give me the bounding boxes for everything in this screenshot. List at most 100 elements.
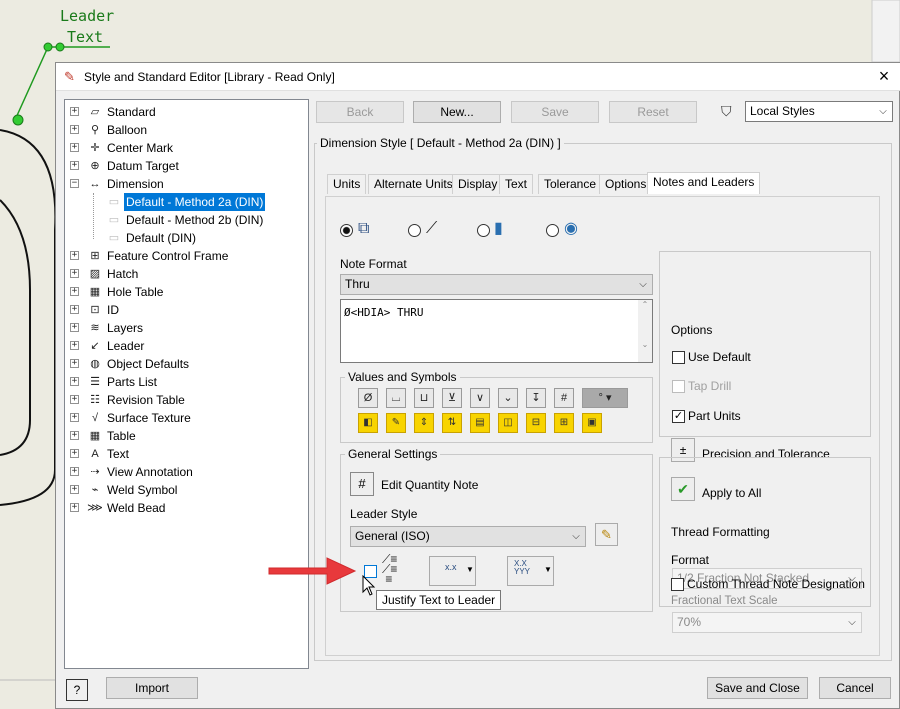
leader-text-orientation-dropdown[interactable]: X.X YYY ▼: [507, 556, 554, 586]
note-type-radio-punch[interactable]: [477, 224, 490, 237]
style-icon: ▭: [108, 232, 120, 244]
thru-depth-symbol-button[interactable]: ↧: [526, 388, 546, 408]
expand-icon[interactable]: +: [70, 485, 79, 494]
close-icon[interactable]: ×: [872, 65, 896, 87]
hole-type-value-button[interactable]: ▣: [582, 413, 602, 433]
tooltip: Justify Text to Leader: [376, 590, 502, 610]
depth-value-button[interactable]: ⇅: [442, 413, 462, 433]
tab-tolerance[interactable]: Tolerance: [538, 174, 603, 194]
expand-icon[interactable]: +: [70, 395, 79, 404]
edit-quantity-note-icon[interactable]: #: [350, 472, 374, 496]
back-button[interactable]: Back: [316, 101, 404, 123]
expand-icon[interactable]: +: [70, 467, 79, 476]
spotface-value-button[interactable]: ⊟: [526, 413, 546, 433]
spotface-symbol-button[interactable]: ⊔: [414, 388, 434, 408]
leader-style-select[interactable]: General (ISO) ⌵: [350, 526, 586, 547]
text-position-dropdown[interactable]: x.x ▼: [429, 556, 476, 586]
expand-icon[interactable]: +: [70, 449, 79, 458]
cancel-button[interactable]: Cancel: [819, 677, 891, 699]
tree-item[interactable]: + ⇢ View Annotation: [65, 463, 308, 481]
expand-icon[interactable]: +: [70, 413, 79, 422]
collapse-icon[interactable]: −: [70, 179, 79, 188]
tree-item[interactable]: + ⌁ Weld Symbol: [65, 481, 308, 499]
tree-item[interactable]: + ⊕ Datum Target: [65, 157, 308, 175]
tree-item[interactable]: + ▦ Hole Table: [65, 283, 308, 301]
tree-item[interactable]: + ⚲ Balloon: [65, 121, 308, 139]
tree-item[interactable]: + ⊡ ID: [65, 301, 308, 319]
note-text-area[interactable]: Ø<HDIA> THRU ⌃ ⌄: [340, 299, 653, 363]
tree-item[interactable]: + √ Surface Texture: [65, 409, 308, 427]
style-filter-select[interactable]: Local Styles ⌵: [745, 101, 893, 122]
tap-drill-value-button[interactable]: ✎: [386, 413, 406, 433]
countersink-depth-symbol-button[interactable]: ⌄: [498, 388, 518, 408]
expand-icon[interactable]: +: [70, 323, 79, 332]
weld-bead-icon: ⋙: [87, 502, 103, 514]
tab-options[interactable]: Options: [599, 174, 653, 194]
tree-child-item[interactable]: ▭ Default - Method 2b (DIN): [65, 211, 308, 229]
expand-icon[interactable]: +: [70, 107, 79, 116]
note-type-radio-chamfer[interactable]: [408, 224, 421, 237]
expand-icon[interactable]: +: [70, 359, 79, 368]
tree-item[interactable]: + ↙ Leader: [65, 337, 308, 355]
fastener-value-button[interactable]: ⊞: [554, 413, 574, 433]
cbore-value-button[interactable]: ▤: [470, 413, 490, 433]
tab-text[interactable]: Text: [499, 174, 534, 194]
expand-icon[interactable]: +: [70, 503, 79, 512]
csink-value-button[interactable]: ◫: [498, 413, 518, 433]
diameter-symbol-button[interactable]: Ø: [358, 388, 378, 408]
tree-item-label: Default - Method 2a (DIN): [124, 193, 266, 211]
tree-item[interactable]: + ≋ Layers: [65, 319, 308, 337]
save-button[interactable]: Save: [511, 101, 599, 123]
note-format-select[interactable]: Thru ⌵: [340, 274, 653, 295]
quantity-symbol-button[interactable]: #: [554, 388, 574, 408]
tree-item[interactable]: + ◍ Object Defaults: [65, 355, 308, 373]
tree-child-item[interactable]: ▭ Default - Method 2a (DIN): [65, 193, 308, 211]
note-type-radio-hole[interactable]: [340, 224, 353, 237]
fractional-scale-select[interactable]: 70% ⌵: [672, 612, 862, 633]
tree-item[interactable]: + ☰ Parts List: [65, 373, 308, 391]
tree-item[interactable]: + ☷ Revision Table: [65, 391, 308, 409]
tree-item[interactable]: + ▱ Standard: [65, 103, 308, 121]
note-scrollbar[interactable]: ⌃ ⌄: [638, 300, 652, 362]
expand-icon[interactable]: +: [70, 341, 79, 350]
hole-diameter-value-button[interactable]: ◧: [358, 413, 378, 433]
tab-alternate-units[interactable]: Alternate Units: [368, 174, 459, 194]
tree-item[interactable]: − ↔ Dimension: [65, 175, 308, 193]
custom-thread-note-checkbox[interactable]: [671, 578, 684, 591]
tab-units[interactable]: Units: [327, 174, 367, 194]
depth-symbol-button[interactable]: ∨: [470, 388, 490, 408]
help-button[interactable]: ?: [66, 679, 88, 701]
new-button[interactable]: New...: [413, 101, 501, 123]
tree-child-item[interactable]: ▭ Default (DIN): [65, 229, 308, 247]
reset-button[interactable]: Reset: [609, 101, 697, 123]
save-and-close-button[interactable]: Save and Close: [707, 677, 808, 699]
edit-leader-style-icon[interactable]: ✎: [595, 523, 618, 546]
expand-icon[interactable]: +: [70, 269, 79, 278]
tree-item-label: Default (DIN): [126, 231, 197, 245]
tab-notes-and-leaders[interactable]: Notes and Leaders: [647, 172, 761, 194]
expand-icon[interactable]: +: [70, 431, 79, 440]
expand-icon[interactable]: +: [70, 305, 79, 314]
degree-symbol-dropdown[interactable]: ° ▾: [582, 388, 628, 408]
expand-icon[interactable]: +: [70, 251, 79, 260]
tab-display[interactable]: Display: [452, 174, 504, 194]
tree-item[interactable]: + ⋙ Weld Bead: [65, 499, 308, 517]
note-format-value: Thru: [345, 277, 370, 291]
expand-icon[interactable]: +: [70, 125, 79, 134]
import-button[interactable]: Import: [106, 677, 198, 699]
note-type-radio-bend[interactable]: [546, 224, 559, 237]
datum-target-icon: ⊕: [90, 160, 100, 172]
tree-item[interactable]: + ⊞ Feature Control Frame: [65, 247, 308, 265]
thread-value-button[interactable]: ⇕: [414, 413, 434, 433]
tree-item[interactable]: + ▦ Table: [65, 427, 308, 445]
tree-item[interactable]: + A Text: [65, 445, 308, 463]
expand-icon[interactable]: +: [70, 377, 79, 386]
counterbore-symbol-button[interactable]: ⌴: [386, 388, 406, 408]
tree-item[interactable]: + ▨ Hatch: [65, 265, 308, 283]
countersink-symbol-button[interactable]: ⊻: [442, 388, 462, 408]
expand-icon[interactable]: +: [70, 161, 79, 170]
tree-item[interactable]: + ✛ Center Mark: [65, 139, 308, 157]
expand-icon[interactable]: +: [70, 287, 79, 296]
revision-table-icon: ☷: [90, 394, 100, 406]
expand-icon[interactable]: +: [70, 143, 79, 152]
